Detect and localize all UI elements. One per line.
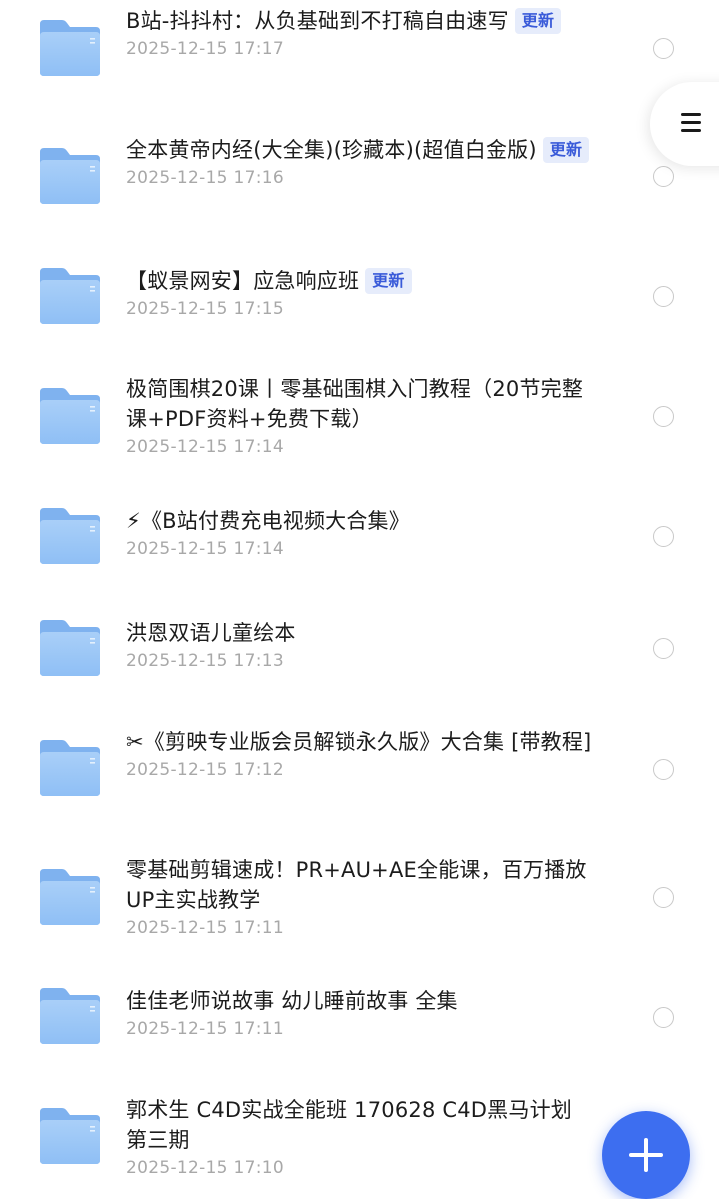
folder-date: 2025-12-15 17:11 bbox=[126, 1019, 284, 1039]
folder-icon bbox=[38, 867, 102, 927]
update-badge: 更新 bbox=[365, 268, 412, 294]
folder-text: 零基础剪辑速成！PR+AU+AE全能课，百万播放UP主实战教学 2025-12-1… bbox=[126, 855, 596, 939]
update-badge: 更新 bbox=[542, 137, 590, 163]
folder-title-text: ✂《剪映专业版会员解锁永久版》大合集 [带教程] bbox=[126, 730, 592, 754]
folder-date: 2025-12-15 17:11 bbox=[126, 918, 284, 938]
folder-text: ⚡《B站付费充电视频大合集》 2025-12-15 17:14 bbox=[126, 506, 596, 560]
folder-title: 佳佳老师说故事 幼儿睡前故事 全集 bbox=[126, 986, 596, 1016]
folder-date: 2025-12-15 17:10 bbox=[126, 1158, 284, 1178]
folder-title: 洪恩双语儿童绘本 bbox=[126, 618, 596, 648]
folder-title-text: 全本黄帝内经(大全集)(珍藏本)(超值白金版) bbox=[126, 138, 537, 162]
file-list: B站-抖抖村：从负基础到不打稿自由速写 更新 2025-12-15 17:17 全本黄… bbox=[0, 0, 719, 1196]
folder-date: 2025-12-15 17:14 bbox=[126, 437, 284, 457]
folder-icon bbox=[38, 266, 102, 326]
select-radio[interactable] bbox=[653, 406, 674, 427]
folder-title: 极简围棋20课丨零基础围棋入门教程（20节完整课+PDF资料+免费下载） bbox=[126, 374, 596, 434]
folder-title-text: 郭术生 C4D实战全能班 170628 C4D黑马计划 第三期 bbox=[126, 1098, 572, 1152]
folder-text: 佳佳老师说故事 幼儿睡前故事 全集 2025-12-15 17:11 bbox=[126, 986, 596, 1040]
folder-icon bbox=[38, 506, 102, 566]
folder-icon bbox=[38, 1106, 102, 1166]
menu-icon bbox=[681, 113, 701, 133]
folder-text: 极简围棋20课丨零基础围棋入门教程（20节完整课+PDF资料+免费下载） 2025… bbox=[126, 374, 596, 458]
folder-title-text: B站-抖抖村：从负基础到不打稿自由速写 bbox=[126, 9, 509, 33]
folder-text: 郭术生 C4D实战全能班 170628 C4D黑马计划 第三期 2025-12-1… bbox=[126, 1095, 596, 1179]
select-radio[interactable] bbox=[653, 166, 674, 187]
folder-icon bbox=[38, 386, 102, 446]
folder-text: ✂《剪映专业版会员解锁永久版》大合集 [带教程] 2025-12-15 17:12 bbox=[126, 727, 596, 781]
add-button[interactable] bbox=[602, 1111, 690, 1199]
folder-date: 2025-12-15 17:13 bbox=[126, 651, 284, 671]
folder-title-text: 极简围棋20课丨零基础围棋入门教程（20节完整课+PDF资料+免费下载） bbox=[126, 377, 584, 431]
folder-title-text: 零基础剪辑速成！PR+AU+AE全能课，百万播放UP主实战教学 bbox=[126, 858, 587, 912]
folder-date: 2025-12-15 17:14 bbox=[126, 539, 284, 559]
folder-title-text: 佳佳老师说故事 幼儿睡前故事 全集 bbox=[126, 989, 458, 1013]
folder-text: 【蚁景网安】应急响应班 更新 2025-12-15 17:15 bbox=[126, 266, 596, 320]
update-badge: 更新 bbox=[514, 8, 562, 34]
folder-icon bbox=[38, 18, 102, 78]
folder-title: 【蚁景网安】应急响应班 更新 bbox=[126, 266, 596, 296]
folder-date: 2025-12-15 17:17 bbox=[126, 39, 284, 59]
folder-text: 全本黄帝内经(大全集)(珍藏本)(超值白金版) 更新 2025-12-15 17:1… bbox=[126, 135, 596, 189]
select-radio[interactable] bbox=[653, 286, 674, 307]
folder-title: 郭术生 C4D实战全能班 170628 C4D黑马计划 第三期 bbox=[126, 1095, 596, 1155]
folder-icon bbox=[38, 618, 102, 678]
folder-date: 2025-12-15 17:15 bbox=[126, 299, 284, 319]
folder-text: 洪恩双语儿童绘本 2025-12-15 17:13 bbox=[126, 618, 596, 672]
folder-icon bbox=[38, 738, 102, 798]
folder-date: 2025-12-15 17:12 bbox=[126, 760, 284, 780]
folder-title-text: 洪恩双语儿童绘本 bbox=[126, 621, 296, 645]
select-radio[interactable] bbox=[653, 38, 674, 59]
folder-title-text: ⚡《B站付费充电视频大合集》 bbox=[126, 509, 410, 533]
select-radio[interactable] bbox=[653, 887, 674, 908]
folder-title: B站-抖抖村：从负基础到不打稿自由速写 更新 bbox=[126, 6, 596, 36]
folder-title-text: 【蚁景网安】应急响应班 bbox=[126, 269, 360, 293]
folder-icon bbox=[38, 146, 102, 206]
select-radio[interactable] bbox=[653, 526, 674, 547]
folder-title: 零基础剪辑速成！PR+AU+AE全能课，百万播放UP主实战教学 bbox=[126, 855, 596, 915]
folder-title: ⚡《B站付费充电视频大合集》 bbox=[126, 506, 596, 536]
select-radio[interactable] bbox=[653, 1007, 674, 1028]
select-radio[interactable] bbox=[653, 638, 674, 659]
folder-icon bbox=[38, 986, 102, 1046]
folder-text: B站-抖抖村：从负基础到不打稿自由速写 更新 2025-12-15 17:17 bbox=[126, 6, 596, 60]
folder-title: ✂《剪映专业版会员解锁永久版》大合集 [带教程] bbox=[126, 727, 596, 757]
folder-date: 2025-12-15 17:16 bbox=[126, 168, 284, 188]
folder-title: 全本黄帝内经(大全集)(珍藏本)(超值白金版) 更新 bbox=[126, 135, 596, 165]
select-radio[interactable] bbox=[653, 759, 674, 780]
